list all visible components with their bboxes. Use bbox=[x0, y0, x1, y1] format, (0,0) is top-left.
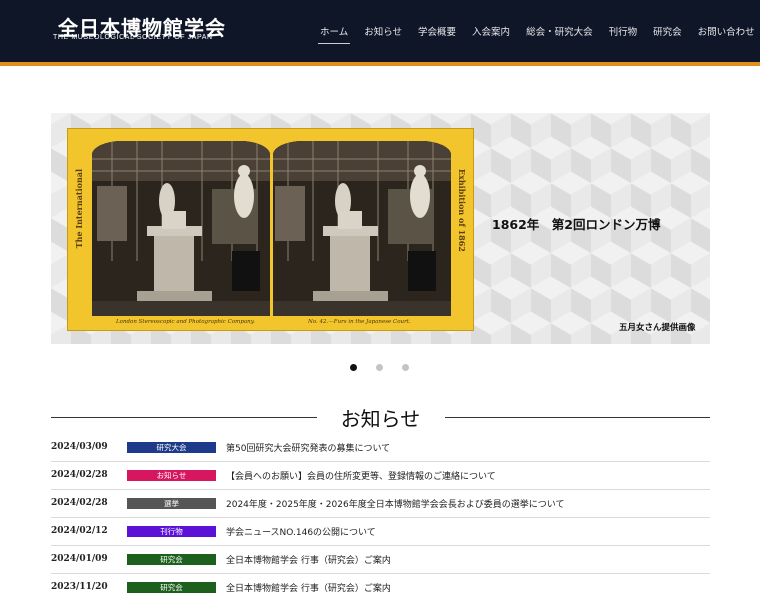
news-date: 2024/02/28 bbox=[51, 498, 108, 508]
news-item[interactable]: 2024/02/12 刊行物 学会ニュースNO.146の公開について bbox=[51, 518, 710, 546]
news-item[interactable]: 2023/11/20 研究会 全日本博物館学会 行事（研究会）ご案内 bbox=[51, 574, 710, 600]
nav-publications[interactable]: 刊行物 bbox=[601, 0, 646, 62]
divider-right bbox=[445, 417, 710, 418]
news-item[interactable]: 2024/02/28 お知らせ 【会員へのお願い】会員の住所変更等、登録情報のご… bbox=[51, 462, 710, 490]
main-nav: ホーム お知らせ 学会概要 入会案内 総会・研究大会 刊行物 研究会 お問い合わ… bbox=[312, 0, 760, 62]
nav-contact[interactable]: お問い合わせ bbox=[690, 0, 760, 62]
news-date: 2024/02/28 bbox=[51, 470, 108, 480]
news-category-badge: 選挙 bbox=[127, 498, 216, 509]
news-date: 2024/01/09 bbox=[51, 554, 108, 564]
stereo-photo-left bbox=[92, 141, 270, 316]
news-category-badge: 刊行物 bbox=[127, 526, 216, 537]
site-header: 全日本博物館学会 THE MUSEOLOGICAL SOCIETY OF JAP… bbox=[0, 0, 760, 62]
news-section-header: お知らせ bbox=[51, 400, 710, 434]
nav-home[interactable]: ホーム bbox=[312, 0, 356, 62]
card-side-text-right: Exhibition of 1862 bbox=[457, 169, 467, 252]
stereograph-card-image: The International Exhibition of 1862 Lon… bbox=[67, 128, 474, 331]
news-date: 2023/11/20 bbox=[51, 582, 108, 592]
news-link[interactable]: 【会員へのお願い】会員の住所変更等、登録情報のご連絡について bbox=[226, 469, 496, 482]
news-link[interactable]: 第50回研究大会研究発表の募集について bbox=[226, 441, 390, 454]
news-date: 2024/02/12 bbox=[51, 526, 108, 536]
nav-membership[interactable]: 入会案内 bbox=[464, 0, 518, 62]
news-link[interactable]: 全日本博物館学会 行事（研究会）ご案内 bbox=[226, 553, 391, 566]
stereo-photo-right bbox=[273, 141, 451, 316]
news-category-badge: 研究大会 bbox=[127, 442, 216, 453]
site-logo-subtitle: THE MUSEOLOGICAL SOCIETY OF JAPAN bbox=[53, 34, 213, 41]
hero-slider[interactable]: The International Exhibition of 1862 Lon… bbox=[51, 113, 710, 344]
slider-dot-1[interactable] bbox=[350, 364, 357, 371]
news-category-badge: お知らせ bbox=[127, 470, 216, 481]
card-side-text-left: The International bbox=[74, 169, 84, 249]
nav-about[interactable]: 学会概要 bbox=[410, 0, 464, 62]
card-caption-right: No. 42.—Furs in the Japanese Court. bbox=[308, 319, 411, 325]
nav-study-group[interactable]: 研究会 bbox=[645, 0, 690, 62]
slide-credit: 五月女さん提供画像 bbox=[619, 323, 696, 333]
news-item[interactable]: 2024/01/09 研究会 全日本博物館学会 行事（研究会）ご案内 bbox=[51, 546, 710, 574]
news-list: 2024/03/09 研究大会 第50回研究大会研究発表の募集について 2024… bbox=[51, 434, 710, 600]
card-caption-left: London Stereoscopic and Photographic Com… bbox=[116, 319, 255, 325]
slider-dots bbox=[350, 364, 409, 371]
nav-conference[interactable]: 総会・研究大会 bbox=[518, 0, 601, 62]
nav-news[interactable]: お知らせ bbox=[356, 0, 410, 62]
news-item[interactable]: 2024/03/09 研究大会 第50回研究大会研究発表の募集について bbox=[51, 434, 710, 462]
news-link[interactable]: 学会ニュースNO.146の公開について bbox=[226, 525, 376, 538]
news-link[interactable]: 2024年度・2025年度・2026年度全日本博物館学会会長および委員の選挙につ… bbox=[226, 497, 564, 510]
news-item[interactable]: 2024/02/28 選挙 2024年度・2025年度・2026年度全日本博物館… bbox=[51, 490, 710, 518]
news-date: 2024/03/09 bbox=[51, 442, 108, 452]
slider-dot-3[interactable] bbox=[402, 364, 409, 371]
news-category-badge: 研究会 bbox=[127, 554, 216, 565]
slide-caption: 1862年 第2回ロンドン万博 bbox=[492, 217, 661, 232]
news-category-badge: 研究会 bbox=[127, 582, 216, 593]
slider-dot-2[interactable] bbox=[376, 364, 383, 371]
news-link[interactable]: 全日本博物館学会 行事（研究会）ご案内 bbox=[226, 581, 391, 594]
header-accent-bar bbox=[0, 62, 760, 66]
